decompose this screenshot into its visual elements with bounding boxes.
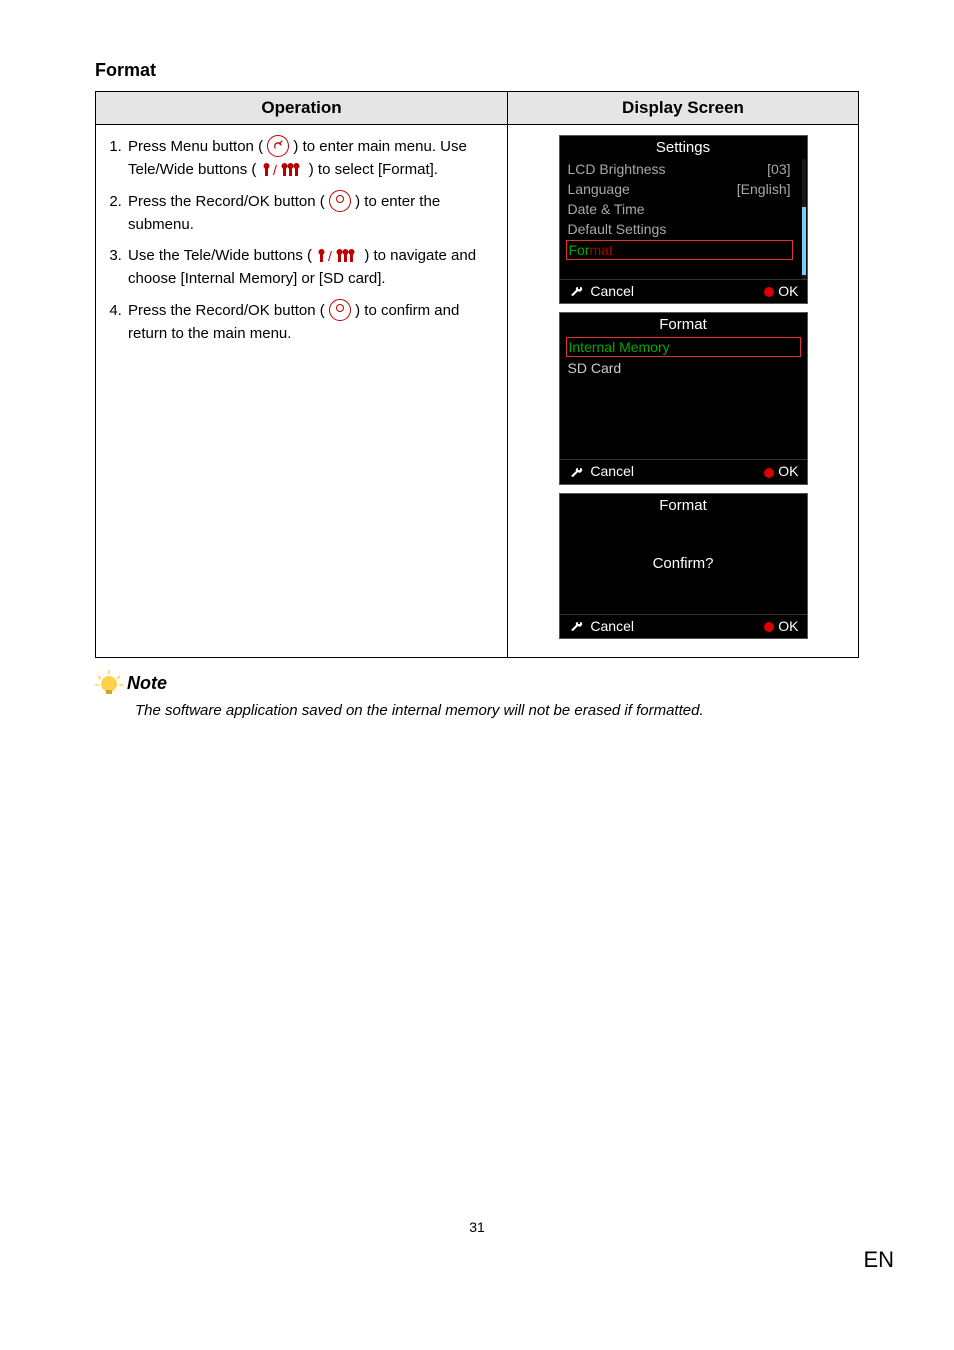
step-1-text-a: Press Menu button (	[128, 138, 263, 155]
ok-label: OK	[778, 618, 798, 634]
note-text: The software application saved on the in…	[135, 702, 859, 719]
header-operation: Operation	[96, 92, 508, 125]
svg-text:/: /	[273, 163, 277, 177]
record-ok-icon	[329, 190, 351, 212]
row-label: Language	[568, 181, 630, 197]
step-4-text-a: Press the Record/OK button (	[128, 302, 325, 319]
step-1: Press Menu button ( ) to enter main menu…	[126, 135, 501, 182]
screen-format-options: Format Internal Memory SD Card Cancel	[559, 312, 808, 484]
row-label: SD Card	[568, 360, 622, 376]
svg-text:/: /	[328, 249, 332, 263]
ok-dot-icon	[764, 622, 774, 632]
step-2: Press the Record/OK button ( ) to enter …	[126, 190, 501, 237]
row-format-selected: Format	[566, 240, 793, 260]
row-internal-memory-selected: Internal Memory	[566, 337, 801, 357]
scrollbar-thumb	[802, 207, 806, 275]
row-sd-card: SD Card	[566, 358, 801, 378]
screen2-title: Format	[560, 313, 807, 336]
cancel-label: Cancel	[590, 283, 634, 299]
screen-footer: Cancel OK	[560, 614, 807, 638]
row-lcd-brightness: LCD Brightness [03]	[566, 159, 801, 179]
ok-dot-icon	[764, 468, 774, 478]
screen-footer: Cancel OK	[560, 279, 807, 303]
row-label: Internal Memory	[569, 339, 670, 355]
row-label: Date & Time	[568, 201, 645, 217]
language-mark: EN	[863, 1247, 894, 1273]
confirm-text: Confirm?	[560, 517, 807, 614]
step-3-text-a: Use the Tele/Wide buttons (	[128, 247, 312, 264]
ok-label: OK	[778, 463, 798, 479]
screen-confirm: Format Confirm? Cancel OK	[559, 493, 808, 639]
row-language: Language [English]	[566, 179, 801, 199]
ok-dot-icon	[764, 287, 774, 297]
header-display: Display Screen	[508, 92, 859, 125]
row-date-time: Date & Time	[566, 199, 801, 219]
row-value: [03]	[767, 161, 790, 177]
cancel-label: Cancel	[590, 618, 634, 634]
lightbulb-icon	[95, 670, 123, 698]
record-ok-icon	[329, 299, 351, 321]
screen3-title: Format	[560, 494, 807, 517]
row-label-left: For	[569, 242, 590, 258]
row-label: LCD Brightness	[568, 161, 666, 177]
row-label-right: mat	[590, 242, 613, 258]
operation-table: Operation Display Screen Press Menu butt…	[95, 91, 859, 658]
note-row: Note	[95, 670, 859, 698]
cancel-label: Cancel	[590, 463, 634, 479]
wrench-icon	[570, 285, 584, 299]
step-2-text-a: Press the Record/OK button (	[128, 193, 325, 210]
steps-list: Press Menu button ( ) to enter main menu…	[100, 135, 501, 345]
screen-settings: Settings LCD Brightness [03] Language [E…	[559, 135, 808, 304]
page-number: 31	[95, 1219, 859, 1235]
tele-wide-icon: /	[261, 163, 305, 177]
step-1-text-c: ) to select [Format].	[309, 161, 438, 178]
wrench-icon	[570, 466, 584, 480]
screen1-title: Settings	[560, 136, 807, 159]
row-value: [English]	[737, 181, 791, 197]
screen-footer: Cancel OK	[560, 459, 807, 483]
tele-wide-icon: /	[316, 249, 360, 263]
step-4: Press the Record/OK button ( ) to confir…	[126, 299, 501, 346]
wrench-icon	[570, 620, 584, 634]
section-title: Format	[95, 60, 859, 81]
row-default-settings: Default Settings	[566, 219, 801, 239]
menu-button-icon	[267, 135, 289, 157]
step-3: Use the Tele/Wide buttons ( / ) to navig…	[126, 244, 501, 291]
note-label: Note	[127, 673, 167, 694]
row-label: Default Settings	[568, 221, 667, 237]
ok-label: OK	[778, 283, 798, 299]
